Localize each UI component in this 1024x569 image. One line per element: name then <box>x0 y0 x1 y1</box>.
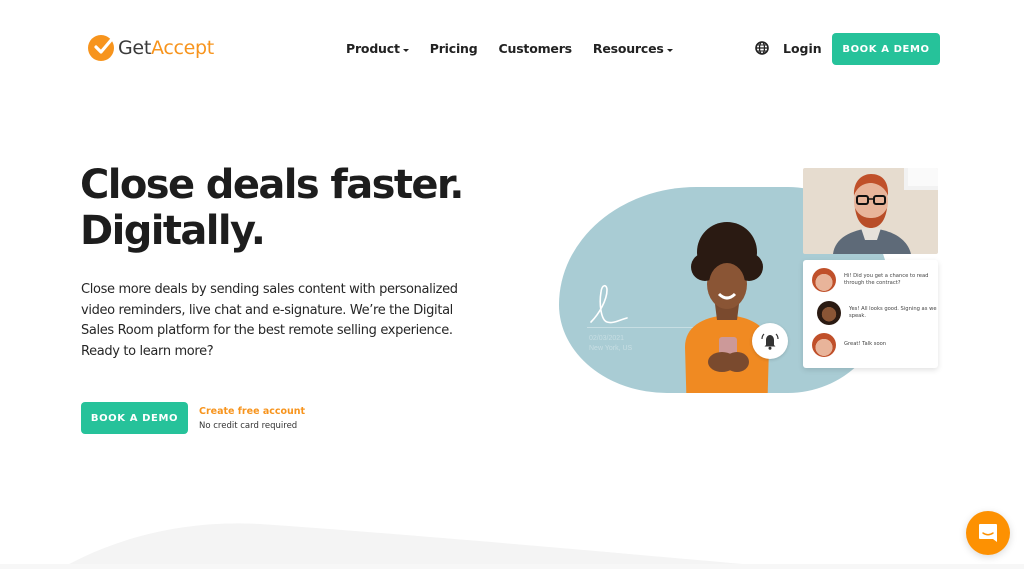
signature-location: New York, US <box>589 345 633 352</box>
signature-icon <box>590 284 628 324</box>
chevron-down-icon <box>402 48 409 52</box>
chat-bubble-icon <box>979 524 997 542</box>
avatar-man <box>812 333 836 357</box>
no-credit-card-note: No credit card required <box>199 421 298 431</box>
hero-title-line2: Digitally. <box>80 208 266 254</box>
logo[interactable]: GetAccept <box>88 35 214 61</box>
login-link[interactable]: Login <box>783 41 822 56</box>
nav-item-label: Pricing <box>429 41 478 56</box>
globe-icon[interactable] <box>755 41 769 55</box>
chat-message: Yes! All looks good. Signing as we speak… <box>817 301 941 325</box>
nav-item-product[interactable]: Product <box>346 41 409 56</box>
video-call-panel <box>803 168 938 254</box>
avatar-woman <box>817 301 841 325</box>
chat-message-text: Yes! All looks good. Signing as we speak… <box>849 305 937 320</box>
checkmark-circle-icon <box>88 35 114 61</box>
nav-item-pricing[interactable]: Pricing <box>430 41 478 56</box>
chat-message: Hi! Did you get a chance to read through… <box>812 268 936 292</box>
logo-text-accept: Accept <box>150 37 214 59</box>
chat-message-text: Hi! Did you get a chance to read through… <box>844 272 929 287</box>
hero-title: Close deals faster. Digitally. <box>80 162 464 254</box>
chevron-down-icon <box>666 48 673 52</box>
bell-icon <box>752 323 788 359</box>
nav-item-label: Resources <box>592 41 664 56</box>
nav-item-resources[interactable]: Resources <box>593 41 673 56</box>
hero-illustration: 02/03/2021 New York, US Hi! Did you get … <box>555 165 945 400</box>
woman-with-phone-image <box>685 222 769 393</box>
nav-item-label: Product <box>346 41 400 56</box>
hero-title-line1: Close deals faster. <box>80 162 464 208</box>
avatar-man <box>812 268 836 292</box>
signature-date: 02/03/2021 <box>589 335 625 342</box>
hero-description: Close more deals by sending sales conten… <box>81 282 458 359</box>
chat-message: Great! Talk soon <box>812 333 936 357</box>
chat-panel: Hi! Did you get a chance to read through… <box>803 260 938 368</box>
site-header: GetAccept Product Pricing Customers Reso… <box>0 0 1024 96</box>
signature-meta: 02/03/2021 New York, US <box>589 334 632 354</box>
logo-text: GetAccept <box>118 37 214 59</box>
man-on-video-image <box>833 174 911 254</box>
logo-text-get: Get <box>118 37 151 59</box>
nav-item-label: Customers <box>498 41 573 56</box>
section-divider-wave <box>0 523 1024 569</box>
create-free-account-link[interactable]: Create free account <box>199 406 305 417</box>
main-nav: Product Pricing Customers Resources <box>346 41 694 56</box>
book-demo-button-header[interactable]: BOOK A DEMO <box>832 33 940 65</box>
chat-message-text: Great! Talk soon <box>844 341 887 348</box>
book-demo-button-hero[interactable]: BOOK A DEMO <box>81 402 188 434</box>
chat-launcher-button[interactable] <box>966 511 1010 555</box>
nav-item-customers[interactable]: Customers <box>498 41 573 56</box>
